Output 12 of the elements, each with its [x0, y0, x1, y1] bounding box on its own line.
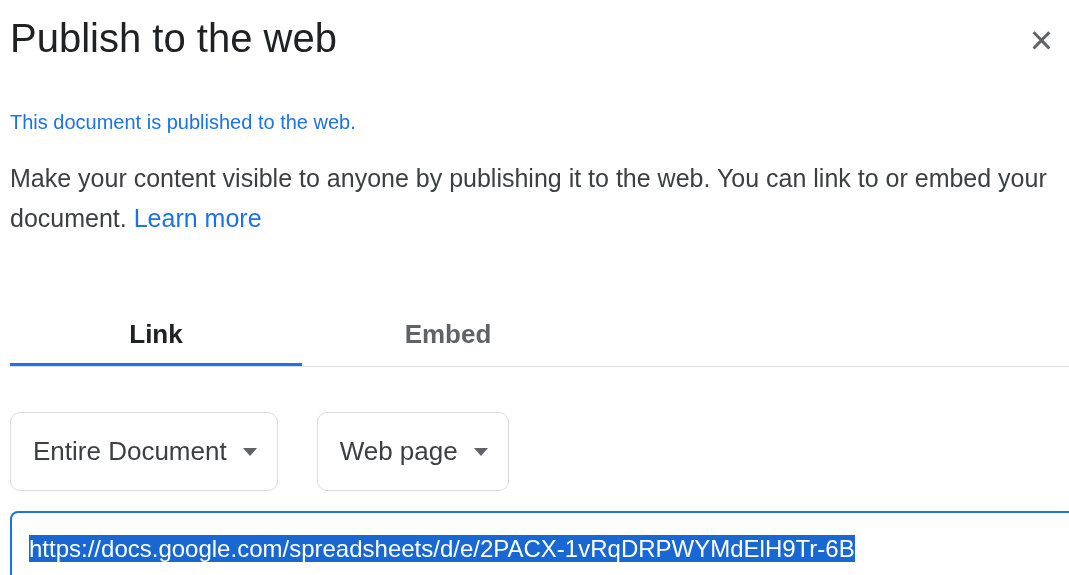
close-button[interactable]: ×: [1025, 20, 1057, 60]
tab[interactable]: Link: [10, 306, 302, 366]
publish-status: This document is published to the web.: [10, 110, 357, 135]
caret-icon: [242, 447, 257, 456]
link-field[interactable]: https://docs.google.com/spreadsheets/d/e/2PACX-1vRqDRPWYMdElH9Tr-6B: [10, 511, 1069, 575]
dropdown[interactable]: Entire Document: [10, 412, 278, 491]
tab[interactable]: Embed: [302, 306, 594, 366]
caret-icon: [473, 447, 488, 456]
dialog-title: Publish to the web: [10, 15, 337, 62]
description-text: Make your content visible to anyone by publishing it to the web. You can link to or embed your document. Learn more: [10, 163, 1048, 234]
learn-more-link[interactable]: Learn more: [133, 204, 262, 232]
dropdown[interactable]: Web page: [316, 412, 509, 491]
